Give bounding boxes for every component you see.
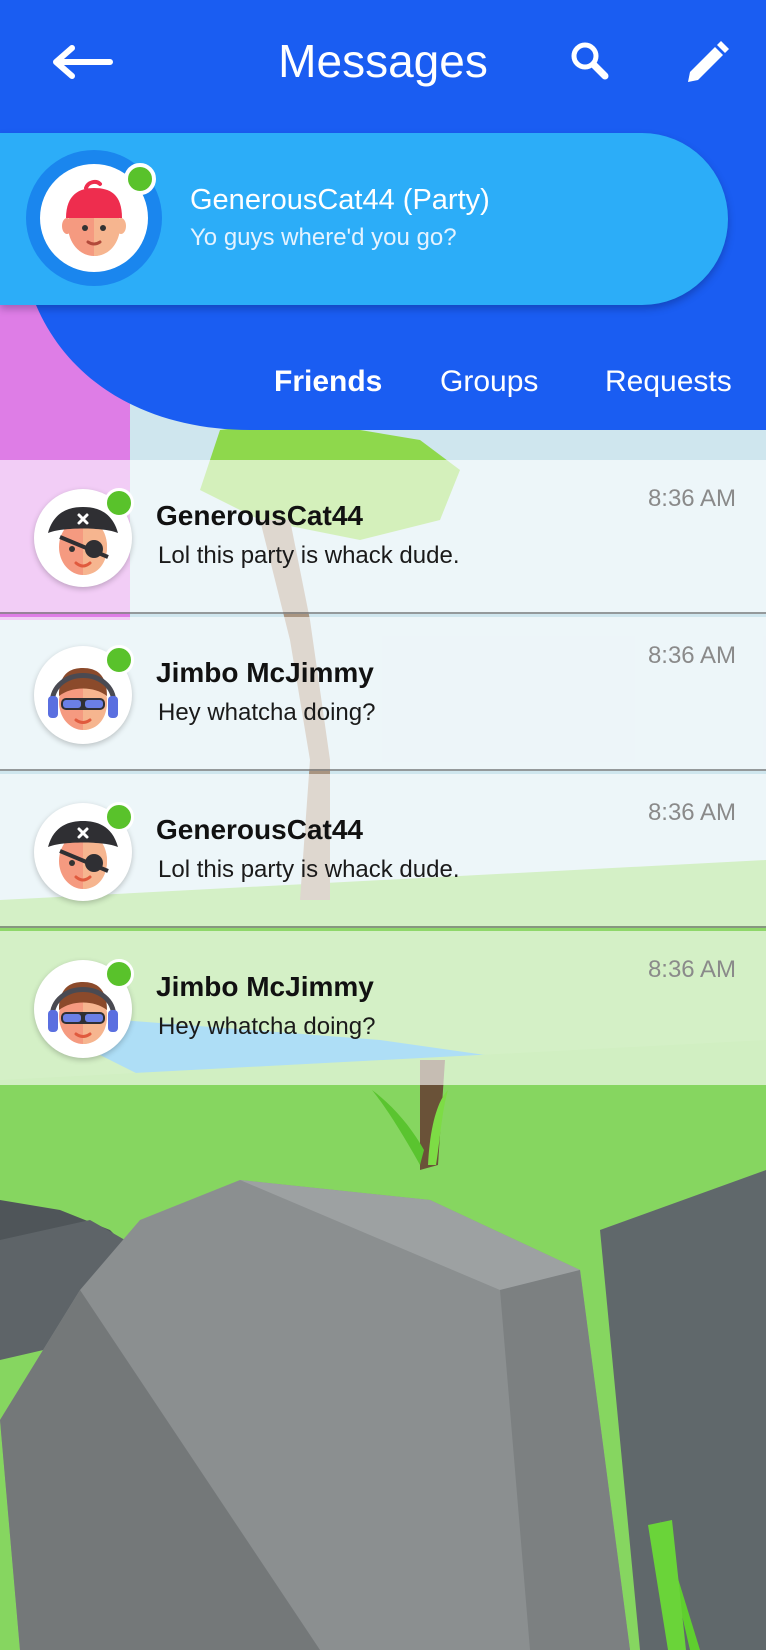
party-name: GenerousCat44 (Party) — [190, 184, 490, 216]
online-status-dot — [124, 163, 156, 195]
back-button[interactable] — [50, 40, 114, 84]
online-status-dot — [104, 959, 134, 989]
last-message: Lol this party is whack dude. — [158, 542, 460, 569]
row-divider — [0, 769, 766, 771]
last-message: Hey whatcha doing? — [158, 1013, 376, 1040]
online-status-dot — [104, 645, 134, 675]
online-status-dot — [104, 488, 134, 518]
contact-name: GenerousCat44 — [156, 500, 363, 531]
list-item[interactable]: Jimbo McJimmy Hey whatcha doing? 8:36 AM — [0, 931, 766, 1085]
arrow-left-icon — [53, 45, 113, 79]
tab-requests[interactable]: Requests — [605, 362, 732, 402]
online-status-dot — [104, 802, 134, 832]
message-time: 8:36 AM — [647, 956, 736, 983]
contact-name: Jimbo McJimmy — [156, 657, 374, 688]
row-divider — [0, 612, 766, 614]
message-time: 8:36 AM — [647, 642, 736, 669]
message-time: 8:36 AM — [647, 799, 736, 826]
contact-name: GenerousCat44 — [156, 814, 363, 845]
party-last-message: Yo guys where'd you go? — [190, 224, 457, 251]
compose-button[interactable] — [682, 36, 732, 86]
tab-friends[interactable]: Friends — [274, 362, 382, 402]
list-item[interactable]: GenerousCat44 Lol this party is whack du… — [0, 774, 766, 928]
tab-groups[interactable]: Groups — [440, 362, 538, 402]
search-icon — [571, 42, 609, 80]
last-message: Lol this party is whack dude. — [158, 856, 460, 883]
list-item[interactable]: Jimbo McJimmy Hey whatcha doing? 8:36 AM — [0, 617, 766, 771]
pencil-icon — [688, 41, 729, 82]
party-chat-card[interactable]: GenerousCat44 (Party) Yo guys where'd yo… — [0, 133, 728, 305]
message-time: 8:36 AM — [647, 485, 736, 512]
list-item[interactable]: GenerousCat44 Lol this party is whack du… — [0, 460, 766, 614]
contact-name: Jimbo McJimmy — [156, 971, 374, 1002]
last-message: Hey whatcha doing? — [158, 699, 376, 726]
header: Messages GenerousCat44 (Party) Yo guys w… — [0, 0, 766, 430]
row-divider — [0, 926, 766, 928]
search-button[interactable] — [565, 36, 615, 86]
